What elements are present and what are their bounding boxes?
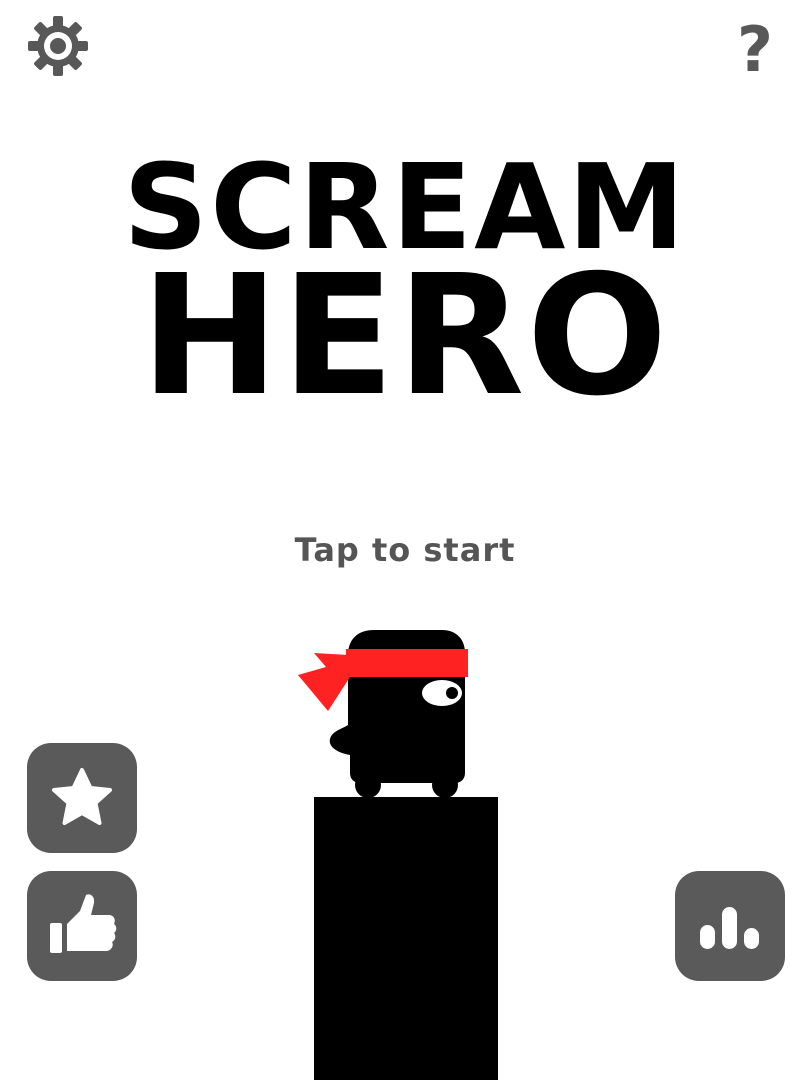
hero-left-foot bbox=[355, 772, 381, 798]
leaderboard-button[interactable] bbox=[675, 871, 785, 981]
like-button[interactable] bbox=[27, 871, 137, 981]
hero-right-foot bbox=[432, 772, 458, 798]
rate-button[interactable] bbox=[27, 743, 137, 853]
bar-chart-icon bbox=[700, 907, 759, 949]
question-mark-icon: ? bbox=[737, 13, 773, 86]
game-title-line2: HERO bbox=[140, 240, 670, 433]
hero-pupil bbox=[446, 687, 458, 699]
headband-tail bbox=[298, 653, 350, 711]
help-button[interactable]: ? bbox=[726, 14, 784, 86]
tap-to-start-prompt[interactable]: Tap to start bbox=[0, 528, 810, 572]
pillar-platform bbox=[314, 797, 498, 1080]
gear-icon bbox=[28, 16, 88, 76]
headband bbox=[346, 649, 468, 677]
star-icon bbox=[52, 768, 112, 825]
thumbs-up-icon bbox=[50, 894, 117, 953]
hero-character bbox=[290, 625, 480, 805]
settings-button[interactable] bbox=[24, 12, 92, 80]
